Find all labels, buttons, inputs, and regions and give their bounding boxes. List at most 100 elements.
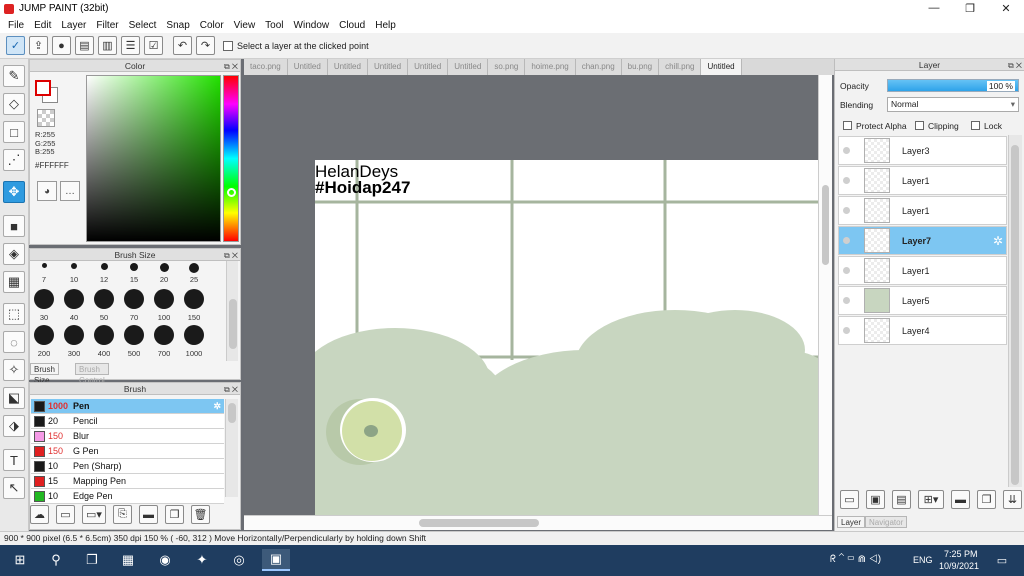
windows-start-icon[interactable]: ⊞ [8,549,32,571]
redo-icon[interactable]: ↷ [196,36,215,55]
layer-row[interactable]: Layer4 [838,316,1007,345]
brush-item[interactable]: 1000 Pen ✲ [31,399,224,414]
app-grid-icon[interactable]: ▦ [116,549,140,571]
menu-cloud[interactable]: Cloud [334,20,370,31]
panel-close-icon[interactable]: ⧉ ✕ [1008,60,1022,72]
layer-scrollbar[interactable] [1008,135,1022,487]
brush-add-dropdown-icon[interactable]: ▭▾ [82,505,106,524]
palette-icon[interactable]: ◕ [37,181,57,201]
doc-tab-active[interactable]: Untitled [701,59,742,75]
brush-item[interactable]: 10 Edge Pen [31,489,224,504]
brush-item[interactable]: 150 G Pen [31,444,224,459]
brush-copy-icon[interactable]: ⎘ [113,505,132,524]
doc-tab[interactable]: chan.png [575,59,622,75]
brush-cloud-icon[interactable]: ☁ [30,505,49,524]
doc-tab[interactable]: chill.png [659,59,702,75]
new-layer-icon[interactable]: ▭ [840,490,859,509]
tab-layer[interactable]: Layer [837,516,866,528]
tab-brush-size[interactable]: Brush Size [30,363,59,385]
hue-slider[interactable] [223,75,239,242]
cloud-sync-icon[interactable]: ✓ [6,36,25,55]
brush-list-scroll-thumb[interactable] [228,403,236,423]
doc-tab[interactable]: taco.png [244,59,288,75]
brush-size-dot[interactable] [64,289,84,309]
visibility-eye-icon[interactable] [843,327,850,334]
layer-settings-icon[interactable]: ✲ [993,234,1003,248]
layer-add-dropdown-icon[interactable]: ⊞▾ [918,490,944,509]
foreground-color-swatch[interactable] [35,80,51,96]
layer-scroll-thumb[interactable] [1011,145,1019,485]
layer-row[interactable]: Layer1 [838,196,1007,225]
blending-select[interactable]: Normal ▾ [887,97,1019,112]
hue-marker[interactable] [227,188,236,197]
menu-view[interactable]: View [229,20,261,31]
brush-size-scroll-thumb[interactable] [229,299,237,349]
brush-size-dot[interactable] [41,263,47,268]
drawing-canvas[interactable]: HelanDeys #Hoidap247 [315,160,818,515]
comment-icon[interactable]: ● [52,36,71,55]
move-tool-icon[interactable]: ✥ [3,181,25,203]
menu-file[interactable]: File [3,20,29,31]
brush-settings-icon[interactable]: ✲ [213,401,221,412]
visibility-eye-icon[interactable] [843,237,850,244]
lasso-tool-icon[interactable]: ◌ [3,331,25,353]
canvas-horizontal-scrollbar[interactable] [244,515,832,530]
transparent-color-swatch[interactable] [37,109,55,127]
language-indicator[interactable]: ENG [913,555,933,565]
brush-size-dot[interactable] [189,263,199,273]
layer-merge-icon[interactable]: ⇊ [1003,490,1022,509]
document-icon[interactable]: ▥ [98,36,117,55]
brush-size-scrollbar[interactable] [226,261,238,361]
message-icon[interactable]: ▤ [75,36,94,55]
brush-size-dot[interactable] [124,325,144,345]
menu-color[interactable]: Color [195,20,229,31]
eraser-tool-icon[interactable]: ◇ [3,93,25,115]
brush-duplicate-icon[interactable]: ❐ [165,505,184,524]
layer-row[interactable]: Layer1 [838,256,1007,285]
opacity-slider[interactable]: 100 % [887,79,1019,92]
fill-rect-tool-icon[interactable]: ■ [3,215,25,237]
layer-row[interactable]: Layer1 [838,166,1007,195]
checklist-icon[interactable]: ☑ [144,36,163,55]
layer-duplicate-icon[interactable]: ❐ [977,490,996,509]
menu-tool[interactable]: Tool [260,20,288,31]
canvas-vertical-scrollbar[interactable] [818,75,832,515]
brush-size-dot[interactable] [184,325,204,345]
menu-select[interactable]: Select [124,20,162,31]
share-icon[interactable]: ⇪ [29,36,48,55]
brush-size-dot[interactable] [34,289,54,309]
brush-list-scrollbar[interactable] [225,399,238,497]
zalo-icon[interactable]: ◉ [153,549,177,571]
visibility-eye-icon[interactable] [843,177,850,184]
new-brush-icon[interactable]: ▭ [56,505,75,524]
brush-folder-icon[interactable]: ▬ [139,505,158,524]
menu-snap[interactable]: Snap [161,20,194,31]
visibility-eye-icon[interactable] [843,297,850,304]
dot-line-tool-icon[interactable]: ⋰ [3,149,25,171]
brush-tool-icon[interactable]: ✎ [3,65,25,87]
menu-filter[interactable]: Filter [91,20,123,31]
visibility-eye-icon[interactable] [843,147,850,154]
doc-tab[interactable]: hoime.png [525,59,576,75]
doc-tab[interactable]: bu.png [621,59,660,75]
text-tool-icon[interactable]: T [3,449,25,471]
task-view-icon[interactable]: ❐ [80,549,104,571]
clock-date[interactable]: 10/9/2021 [939,561,979,571]
brush-size-dot[interactable] [159,263,169,272]
tab-navigator[interactable]: Navigator [865,516,908,528]
protect-alpha-checkbox[interactable] [843,121,852,130]
jump-paint-taskbar-icon[interactable]: ▣ [262,549,290,571]
doc-tab[interactable]: Untitled [367,59,409,75]
layer-row[interactable]: Layer3 [838,136,1007,165]
clock-time[interactable]: 7:25 PM [944,549,978,559]
brush-size-dot[interactable] [34,325,54,345]
paint-app-icon[interactable]: ✦ [190,549,214,571]
select-rect-tool-icon[interactable]: ⬚ [3,303,25,325]
bucket-tool-icon[interactable]: ◈ [3,243,25,265]
select-layer-checkbox[interactable] [223,40,233,51]
clipping-checkbox[interactable] [915,121,924,130]
canvas-vscroll-thumb[interactable] [822,185,829,265]
doc-tab[interactable]: Untitled [287,59,328,75]
brush-size-dot[interactable] [94,325,114,345]
brush-size-dot[interactable] [184,289,204,309]
